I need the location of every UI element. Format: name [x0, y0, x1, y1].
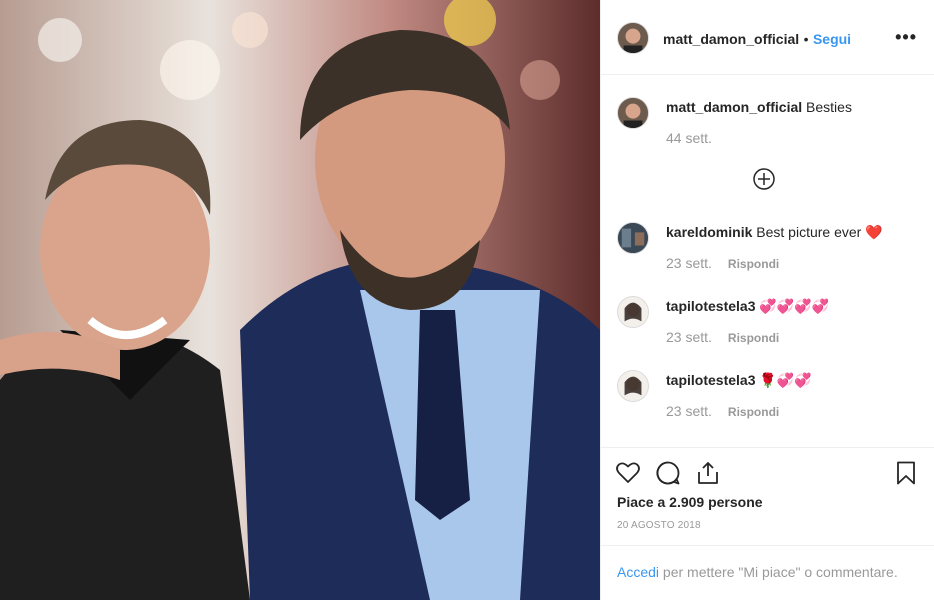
comment-username[interactable]: tapilotestela3 [666, 372, 755, 388]
comment-avatar[interactable] [617, 296, 649, 328]
avatar-image [618, 371, 648, 401]
login-prompt: Accedi per mettere "Mi piace" o commenta… [601, 545, 934, 600]
follow-button[interactable]: Segui [813, 31, 851, 47]
more-options-icon[interactable]: ••• [895, 28, 917, 46]
comments-list[interactable]: matt_damon_official Besties 44 sett. kar… [601, 75, 934, 447]
share-icon[interactable] [695, 460, 721, 486]
header-user-line: matt_damon_official • Segui [663, 31, 851, 49]
comment-age: 23 sett. [666, 403, 712, 419]
comment-bubble-icon[interactable] [655, 460, 681, 486]
reply-button[interactable]: Rispondi [728, 257, 779, 271]
comment-text: 💞💞💞💞 [759, 298, 830, 314]
caption-username[interactable]: matt_damon_official [666, 99, 802, 115]
comment-item: tapilotestela3 💞💞💞💞 23 sett. Rispondi [617, 296, 917, 356]
post-side-panel: matt_damon_official • Segui ••• matt_dam… [600, 0, 934, 600]
comment-text-line: tapilotestela3 💞💞💞💞 [666, 297, 916, 315]
comment-avatar[interactable] [617, 370, 649, 402]
comment-text-line: tapilotestela3 🌹💞💞 [666, 371, 916, 389]
header-separator: • [803, 31, 809, 47]
comment-meta: 23 sett. Rispondi [666, 329, 779, 345]
comment-item: kareldominik Best picture ever ❤️ 23 set… [617, 222, 917, 282]
avatar-image [618, 98, 648, 128]
likes-count[interactable]: Piace a 2.909 persone [617, 494, 763, 510]
reply-button[interactable]: Rispondi [728, 405, 779, 419]
photo-illustration [0, 0, 600, 600]
post-date: 20 AGOSTO 2018 [617, 520, 701, 531]
header-username[interactable]: matt_damon_official [663, 31, 799, 47]
comment-age: 23 sett. [666, 255, 712, 271]
caption-age: 44 sett. [666, 130, 712, 146]
comment-username[interactable]: tapilotestela3 [666, 298, 755, 314]
comment-meta: 23 sett. Rispondi [666, 403, 779, 419]
avatar-image [618, 223, 648, 253]
comment-meta: 23 sett. Rispondi [666, 255, 779, 271]
comment-username[interactable]: kareldominik [666, 224, 752, 240]
reply-button[interactable]: Rispondi [728, 331, 779, 345]
post-actions: Piace a 2.909 persone 20 AGOSTO 2018 [601, 447, 934, 545]
avatar-image [618, 23, 648, 53]
caption-text-line: matt_damon_official Besties [666, 98, 916, 116]
login-link[interactable]: Accedi [617, 564, 659, 580]
avatar[interactable] [617, 22, 649, 54]
post-photo[interactable] [0, 0, 600, 600]
comment-text-line: kareldominik Best picture ever ❤️ [666, 223, 916, 241]
avatar-image [618, 297, 648, 327]
post-header: matt_damon_official • Segui ••• [601, 0, 934, 75]
comment-age: 23 sett. [666, 329, 712, 345]
login-prompt-text: per mettere "Mi piace" o commentare. [659, 564, 898, 580]
comment-text: 🌹💞💞 [759, 372, 812, 388]
caption-text: Besties [806, 99, 852, 115]
comment-item: tapilotestela3 🌹💞💞 23 sett. Rispondi [617, 370, 917, 430]
caption-avatar[interactable] [617, 97, 649, 129]
comment-text: Best picture ever ❤️ [756, 224, 883, 240]
comment-avatar[interactable] [617, 222, 649, 254]
caption: matt_damon_official Besties 44 sett. [617, 97, 917, 157]
plus-circle-icon[interactable] [753, 168, 775, 190]
heart-icon[interactable] [615, 460, 641, 486]
bookmark-icon[interactable] [893, 460, 919, 486]
